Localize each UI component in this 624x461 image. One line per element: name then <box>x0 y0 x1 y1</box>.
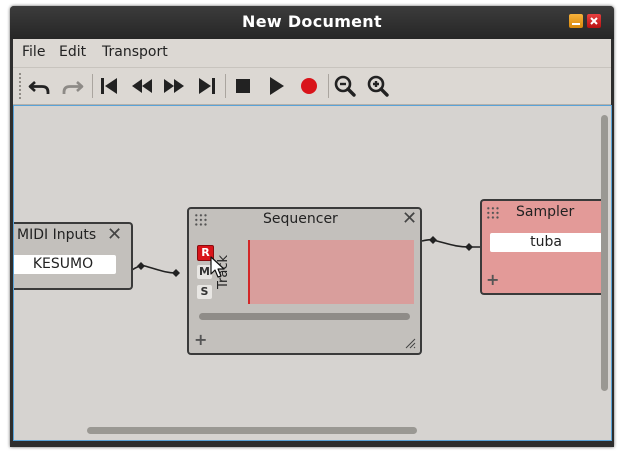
instrument-field[interactable]: tuba <box>490 233 602 252</box>
skip-to-end-icon <box>199 78 215 94</box>
midi-device-field[interactable]: KESUMO <box>14 255 116 274</box>
fast-forward-button[interactable] <box>160 72 188 100</box>
sampler-node[interactable]: Sampler tuba + <box>480 199 607 295</box>
vertical-scrollbar[interactable] <box>601 115 608 391</box>
rewind-button[interactable] <box>128 72 156 100</box>
node-title: Sampler <box>516 204 575 220</box>
record-button[interactable] <box>295 72 323 100</box>
menu-edit[interactable]: Edit <box>59 44 86 60</box>
zoom-out-button[interactable] <box>331 72 359 100</box>
rewind-icon <box>132 79 152 93</box>
menu-file[interactable]: File <box>22 44 45 60</box>
stop-button[interactable] <box>229 72 257 100</box>
drag-handle-icon[interactable] <box>194 213 208 227</box>
toolbar-separator <box>225 74 226 98</box>
node-title: MIDI Inputs <box>17 227 97 243</box>
cable-endpoint[interactable] <box>429 236 437 244</box>
resize-grip-icon[interactable] <box>405 338 416 349</box>
zoom-in-icon <box>367 75 389 97</box>
graph-canvas[interactable]: MIDI Inputs ✕ KESUMO Sequencer ✕ R M S T… <box>13 105 612 441</box>
window-title: New Document <box>242 12 382 31</box>
minimize-button[interactable] <box>569 14 583 28</box>
solo-button[interactable]: S <box>197 285 212 299</box>
toolbar-grip[interactable] <box>18 72 22 100</box>
menu-transport[interactable]: Transport <box>102 44 168 60</box>
undo-icon <box>28 81 50 94</box>
play-button[interactable] <box>262 72 290 100</box>
cable-endpoint[interactable] <box>137 262 145 270</box>
close-icon <box>590 17 598 25</box>
toolbar-separator <box>328 74 329 98</box>
menu-bar: File Edit Transport <box>13 39 611 68</box>
skip-to-end-button[interactable] <box>193 72 221 100</box>
add-icon[interactable]: + <box>194 332 207 348</box>
stop-icon <box>236 79 250 93</box>
horizontal-scrollbar[interactable] <box>87 427 417 434</box>
drag-handle-icon[interactable] <box>486 206 500 220</box>
mouse-cursor-icon <box>210 256 225 278</box>
sequencer-scrollbar[interactable] <box>199 313 410 320</box>
redo-button[interactable] <box>58 72 86 100</box>
minimize-icon <box>572 23 580 25</box>
app-window: New Document File Edit Transport MIDI In… <box>10 6 614 447</box>
node-title: Sequencer <box>263 211 338 227</box>
cable-endpoint[interactable] <box>465 243 473 251</box>
add-icon[interactable]: + <box>486 272 499 288</box>
zoom-out-icon <box>334 75 356 97</box>
toolbar-separator <box>92 74 93 98</box>
track-region[interactable] <box>248 240 414 304</box>
cable-endpoint[interactable] <box>172 269 180 277</box>
undo-button[interactable] <box>26 72 54 100</box>
fast-forward-icon <box>164 79 184 93</box>
close-node-icon[interactable]: ✕ <box>107 224 122 245</box>
record-icon <box>301 78 317 94</box>
skip-to-start-button[interactable] <box>95 72 123 100</box>
close-node-icon[interactable]: ✕ <box>402 208 417 229</box>
play-icon <box>270 77 284 95</box>
midi-inputs-node[interactable]: MIDI Inputs ✕ KESUMO <box>14 222 133 290</box>
title-bar[interactable]: New Document <box>10 6 614 39</box>
sequencer-node[interactable]: Sequencer ✕ R M S Track + <box>187 207 422 355</box>
close-window-button[interactable] <box>587 14 601 28</box>
zoom-in-button[interactable] <box>364 72 392 100</box>
toolbar <box>13 68 611 105</box>
skip-to-start-icon <box>101 78 117 94</box>
redo-icon <box>62 81 84 94</box>
